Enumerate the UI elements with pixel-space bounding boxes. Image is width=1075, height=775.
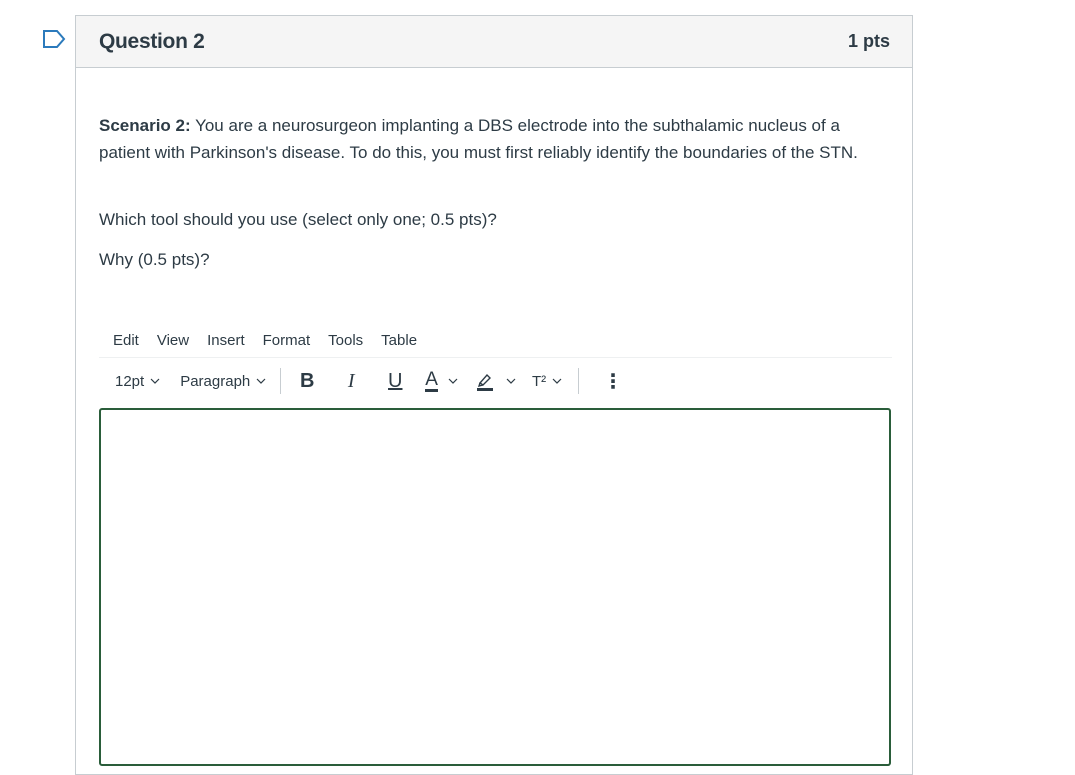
editor-toolbar: 12pt Paragraph B I U A T² ⋮ (99, 366, 892, 396)
more-options-button[interactable]: ⋮ (603, 369, 623, 394)
superscript-button[interactable]: T² (532, 373, 562, 390)
chevron-down-icon (506, 378, 516, 384)
underline-button[interactable]: U (381, 370, 409, 393)
question-card: Question 2 1 pts Scenario 2: You are a n… (75, 15, 913, 775)
menu-insert[interactable]: Insert (207, 332, 245, 349)
menu-edit[interactable]: Edit (113, 332, 139, 349)
block-format-value: Paragraph (180, 372, 251, 390)
menu-format[interactable]: Format (263, 332, 311, 349)
toolbar-divider (280, 368, 282, 394)
menu-table[interactable]: Table (381, 332, 417, 349)
question-points: 1 pts (847, 31, 890, 51)
question-header: Question 2 1 pts (76, 16, 912, 68)
scenario-body: You are a neurosurgeon implanting a DBS … (99, 116, 858, 162)
scenario-label: Scenario 2: (99, 116, 191, 135)
question-title: Question 2 (99, 29, 205, 53)
chevron-down-icon (448, 378, 458, 384)
font-size-select[interactable]: 12pt (115, 373, 160, 390)
italic-button[interactable]: I (337, 370, 365, 393)
flag-question-icon[interactable] (42, 29, 66, 49)
chevron-down-icon (150, 378, 160, 384)
text-color-icon: A (425, 368, 438, 392)
highlight-pen-icon (476, 373, 493, 391)
block-format-select[interactable]: Paragraph (180, 373, 266, 390)
chevron-down-icon (552, 378, 562, 384)
prompt-why: Why (0.5 pts)? (99, 250, 210, 269)
menu-tools[interactable]: Tools (328, 332, 363, 349)
bold-button[interactable]: B (293, 370, 321, 393)
highlight-color-button[interactable] (476, 371, 516, 391)
menu-view[interactable]: View (157, 332, 189, 349)
editor-menubar: Edit View Insert Format Tools Table (99, 324, 892, 358)
text-color-button[interactable]: A (425, 368, 458, 392)
scenario-text: Scenario 2: You are a neurosurgeon impla… (99, 112, 889, 166)
rich-text-editor-area[interactable] (99, 408, 891, 766)
chevron-down-icon (256, 378, 266, 384)
toolbar-divider (578, 368, 580, 394)
prompt-which-tool: Which tool should you use (select only o… (99, 210, 497, 229)
font-size-value: 12pt (115, 372, 145, 390)
superscript-icon: T² (531, 372, 547, 390)
